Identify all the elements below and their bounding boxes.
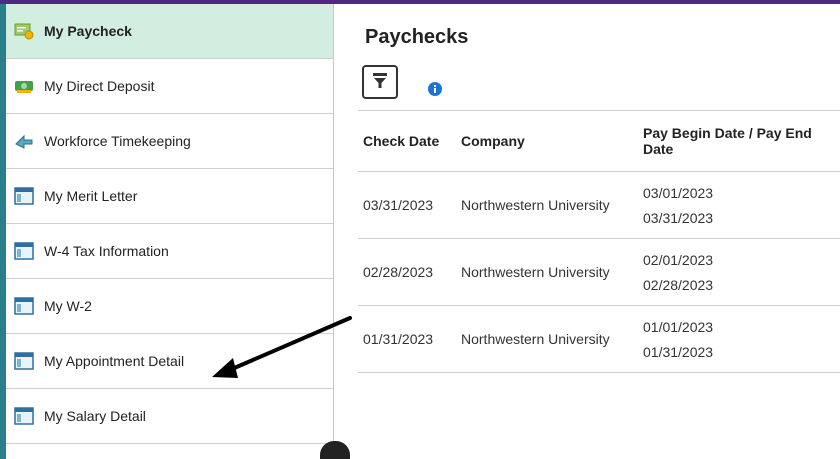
sidebar-item-my-merit-letter[interactable]: My Merit Letter bbox=[6, 169, 333, 224]
info-icon[interactable] bbox=[428, 82, 442, 96]
pay-begin-date: 02/01/2023 bbox=[643, 251, 714, 268]
sidebar-item-label: My Merit Letter bbox=[44, 188, 138, 204]
table-row[interactable]: 02/28/2023 Northwestern University 02/01… bbox=[358, 239, 840, 306]
pay-begin-date: 01/01/2023 bbox=[643, 318, 714, 335]
check-date-cell: 02/28/2023 bbox=[363, 264, 434, 280]
sidebar-item-label: W-4 Tax Information bbox=[44, 243, 169, 259]
pay-end-date: 03/31/2023 bbox=[643, 209, 714, 226]
company-cell: Northwestern University bbox=[461, 264, 610, 280]
table-row[interactable]: 03/31/2023 Northwestern University 03/01… bbox=[358, 172, 840, 239]
decorative-blob bbox=[320, 441, 350, 459]
table-header-row: Check Date Company Pay Begin Date / Pay … bbox=[358, 111, 840, 172]
window-icon bbox=[14, 187, 34, 205]
table-row[interactable]: 01/31/2023 Northwestern University 01/01… bbox=[358, 306, 840, 373]
pay-dates-cell: 02/01/2023 02/28/2023 bbox=[638, 252, 818, 293]
check-date-cell: 01/31/2023 bbox=[363, 331, 434, 347]
column-header-company[interactable]: Company bbox=[456, 133, 638, 149]
sidebar-item-label: My Appointment Detail bbox=[44, 353, 185, 369]
page-title: Paychecks bbox=[365, 26, 469, 48]
window-icon bbox=[14, 297, 34, 315]
window-icon bbox=[14, 407, 34, 425]
pay-dates-cell: 03/01/2023 03/31/2023 bbox=[638, 185, 818, 226]
pay-dates-cell: 01/01/2023 01/31/2023 bbox=[638, 319, 818, 360]
window-icon bbox=[14, 352, 34, 370]
sidebar-item-label: Workforce Timekeeping bbox=[44, 133, 191, 149]
paycheck-icon bbox=[14, 22, 34, 40]
sidebar-nav: My Paycheck My Direct Deposit Workforce … bbox=[0, 4, 334, 459]
paychecks-table: Check Date Company Pay Begin Date / Pay … bbox=[358, 110, 840, 373]
sidebar-item-my-paycheck[interactable]: My Paycheck bbox=[6, 4, 333, 59]
column-header-check-date[interactable]: Check Date bbox=[358, 133, 456, 149]
sidebar-item-my-w2[interactable]: My W-2 bbox=[6, 279, 333, 334]
filter-icon bbox=[373, 72, 387, 92]
filter-button[interactable] bbox=[362, 65, 398, 99]
sidebar-item-my-appointment-detail[interactable]: My Appointment Detail bbox=[6, 334, 333, 389]
column-header-pay-dates[interactable]: Pay Begin Date / Pay End Date bbox=[638, 125, 818, 157]
sidebar-item-label: My W-2 bbox=[44, 298, 92, 314]
sidebar-item-my-salary-detail[interactable]: My Salary Detail bbox=[6, 389, 333, 444]
window-icon bbox=[14, 242, 34, 260]
arrow-icon bbox=[14, 132, 34, 150]
sidebar-item-w4-tax-information[interactable]: W-4 Tax Information bbox=[6, 224, 333, 279]
pay-end-date: 01/31/2023 bbox=[643, 343, 714, 360]
money-icon bbox=[14, 77, 34, 95]
check-date-cell: 03/31/2023 bbox=[363, 197, 434, 213]
sidebar-item-label: My Paycheck bbox=[44, 23, 132, 39]
sidebar-item-label: My Salary Detail bbox=[44, 408, 146, 424]
company-cell: Northwestern University bbox=[461, 197, 610, 213]
pay-end-date: 02/28/2023 bbox=[643, 276, 714, 293]
pay-begin-date: 03/01/2023 bbox=[643, 184, 714, 201]
sidebar-item-workforce-timekeeping[interactable]: Workforce Timekeeping bbox=[6, 114, 333, 169]
company-cell: Northwestern University bbox=[461, 331, 610, 347]
main-content: Paychecks Check Date Company Pay Begin D… bbox=[355, 4, 840, 459]
sidebar-item-label: My Direct Deposit bbox=[44, 78, 155, 94]
sidebar-item-my-direct-deposit[interactable]: My Direct Deposit bbox=[6, 59, 333, 114]
